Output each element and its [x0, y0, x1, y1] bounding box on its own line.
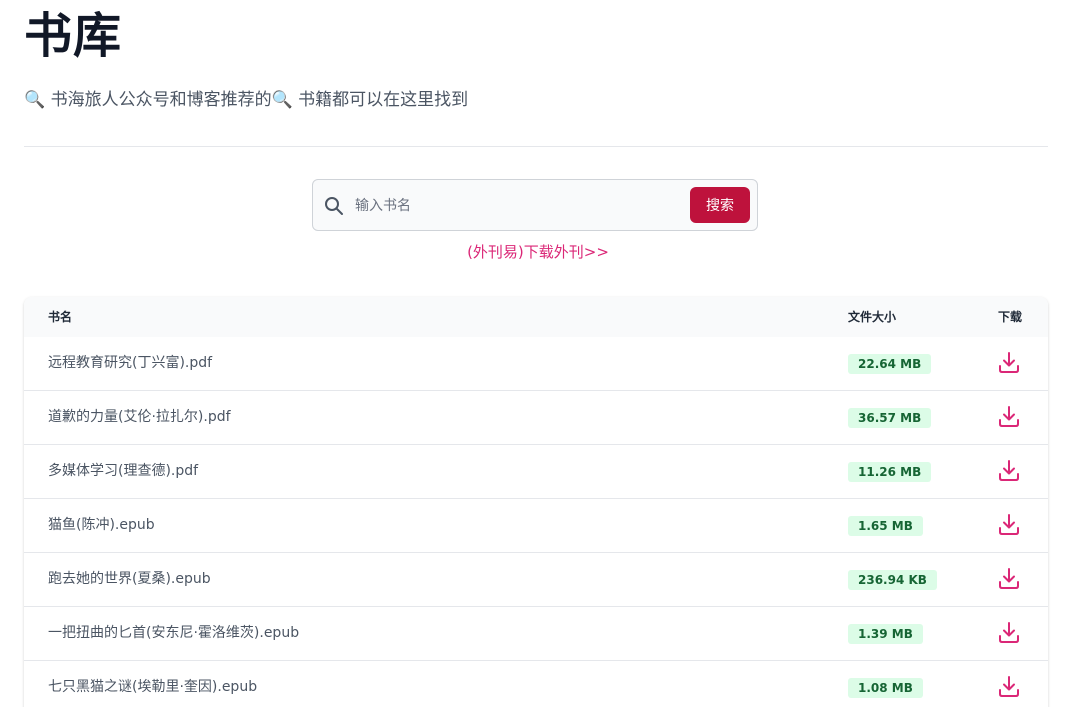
- download-button[interactable]: [996, 458, 1022, 484]
- page-subtitle: 🔍 书海旅人公众号和博客推荐的🔍 书籍都可以在这里找到: [24, 90, 469, 110]
- search-bar: 搜索: [312, 179, 758, 231]
- file-size-badge: 11.26 MB: [848, 462, 932, 482]
- file-size-badge: 236.94 KB: [848, 570, 937, 590]
- download-button[interactable]: [996, 350, 1022, 376]
- download-icon: [999, 406, 1019, 427]
- download-button[interactable]: [996, 512, 1022, 538]
- download-icon: [999, 352, 1019, 373]
- table-row: 远程教育研究(丁兴富).pdf 22.64 MB: [24, 337, 1048, 391]
- download-icon: [999, 676, 1019, 697]
- column-header-size: 文件大小: [848, 310, 897, 324]
- file-size-badge: 22.64 MB: [848, 354, 932, 374]
- book-name: 跑去她的世界(夏桑).epub: [48, 571, 211, 587]
- book-name: 猫鱼(陈冲).epub: [48, 517, 155, 533]
- column-header-name: 书名: [48, 310, 73, 324]
- table-row: 道歉的力量(艾伦·拉扎尔).pdf 36.57 MB: [24, 391, 1048, 445]
- download-icon: [999, 622, 1019, 643]
- download-button[interactable]: [996, 566, 1022, 592]
- book-name: 多媒体学习(理查德).pdf: [48, 463, 199, 479]
- promo-link-wrapper: (外刊易)下载外刊>>: [0, 241, 1076, 263]
- table-row: 猫鱼(陈冲).epub 1.65 MB: [24, 499, 1048, 553]
- page: 书库 🔍 书海旅人公众号和博客推荐的🔍 书籍都可以在这里找到 搜索 (外刊易)下…: [0, 0, 1076, 707]
- table-row: 七只黑猫之谜(埃勒里·奎因).epub 1.08 MB: [24, 661, 1048, 707]
- search-input[interactable]: [353, 188, 677, 224]
- download-icon: [999, 568, 1019, 589]
- book-table: 书名 文件大小 下载 远程教育研究(丁兴富).pdf 22.64 MB 道歉的力…: [24, 297, 1048, 707]
- file-size-badge: 1.39 MB: [848, 624, 923, 644]
- file-size-badge: 36.57 MB: [848, 408, 932, 428]
- file-size-badge: 1.65 MB: [848, 516, 923, 536]
- download-icon: [999, 514, 1019, 535]
- download-button[interactable]: [996, 674, 1022, 700]
- download-icon: [999, 460, 1019, 481]
- download-button[interactable]: [996, 404, 1022, 430]
- file-size-badge: 1.08 MB: [848, 678, 923, 698]
- divider: [24, 146, 1048, 147]
- book-name: 七只黑猫之谜(埃勒里·奎因).epub: [48, 679, 258, 695]
- search-icon: [324, 196, 344, 216]
- column-header-download: 下载: [998, 310, 1023, 324]
- table-row: 多媒体学习(理查德).pdf 11.26 MB: [24, 445, 1048, 499]
- book-name: 远程教育研究(丁兴富).pdf: [48, 355, 213, 371]
- download-button[interactable]: [996, 620, 1022, 646]
- table-row: 跑去她的世界(夏桑).epub 236.94 KB: [24, 553, 1048, 607]
- table-header: 书名 文件大小 下载: [24, 297, 1048, 337]
- book-name: 一把扭曲的匕首(安东尼·霍洛维茨).epub: [48, 625, 300, 641]
- download-magazines-link[interactable]: (外刊易)下载外刊>>: [467, 243, 609, 261]
- page-title: 书库: [24, 8, 123, 64]
- search-button[interactable]: 搜索: [690, 187, 750, 223]
- book-name: 道歉的力量(艾伦·拉扎尔).pdf: [48, 409, 231, 425]
- table-row: 一把扭曲的匕首(安东尼·霍洛维茨).epub 1.39 MB: [24, 607, 1048, 661]
